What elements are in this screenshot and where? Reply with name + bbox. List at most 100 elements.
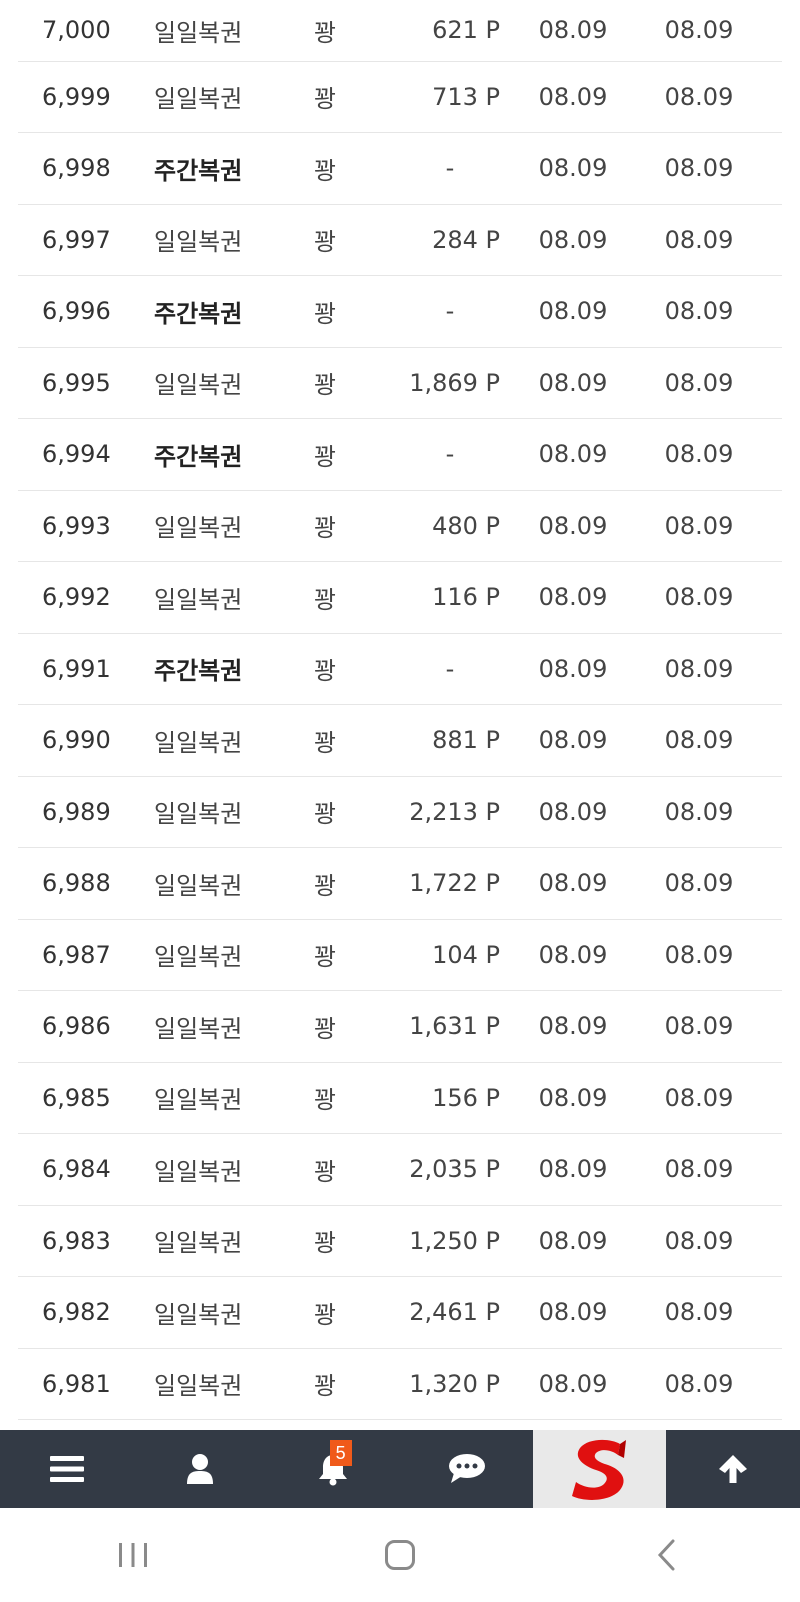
list-item: 6,986 일일복권 꽝 1,631 P 08.09 08.09 bbox=[18, 991, 782, 1063]
issue-date: 08.09 bbox=[538, 16, 608, 45]
list-item: 6,988 일일복권 꽝 1,722 P 08.09 08.09 bbox=[18, 848, 782, 920]
entry-number: 6,987 bbox=[42, 940, 111, 969]
entry-number: 6,993 bbox=[42, 511, 111, 540]
result-status: 꽝 bbox=[313, 728, 337, 757]
draw-date: 08.09 bbox=[664, 225, 734, 254]
point-amount: - bbox=[445, 297, 455, 326]
list-item: 6,998 주간복권 꽝 - 08.09 08.09 bbox=[18, 133, 782, 205]
result-status: 꽝 bbox=[313, 585, 337, 614]
point-amount: 881 P bbox=[432, 726, 500, 755]
list-item: 6,989 일일복권 꽝 2,213 P 08.09 08.09 bbox=[18, 777, 782, 848]
arrow-up-icon bbox=[719, 1455, 748, 1483]
draw-date: 08.09 bbox=[664, 1155, 734, 1184]
point-amount: 1,869 P bbox=[409, 368, 500, 397]
list-item: 6,981 일일복권 꽝 1,320 P 08.09 08.09 bbox=[18, 1349, 782, 1420]
list-item: 6,993 일일복권 꽝 480 P 08.09 08.09 bbox=[18, 491, 782, 562]
lottery-type: 일일복권 bbox=[154, 1157, 243, 1186]
draw-date: 08.09 bbox=[664, 440, 734, 469]
point-amount: 480 P bbox=[432, 511, 500, 540]
list-item: 6,984 일일복권 꽝 2,035 P 08.09 08.09 bbox=[18, 1134, 782, 1206]
point-amount: - bbox=[445, 440, 455, 469]
entry-number: 6,999 bbox=[42, 82, 111, 111]
entry-number: 6,983 bbox=[42, 1226, 111, 1255]
draw-date: 08.09 bbox=[664, 1012, 734, 1041]
lottery-type: 일일복권 bbox=[154, 871, 243, 900]
user-button[interactable] bbox=[133, 1430, 266, 1508]
result-status: 꽝 bbox=[313, 1300, 337, 1329]
result-status: 꽝 bbox=[313, 1014, 337, 1043]
point-amount: 116 P bbox=[432, 583, 500, 612]
scroll-top-button[interactable] bbox=[666, 1430, 799, 1508]
lottery-type: 일일복권 bbox=[154, 585, 243, 614]
entry-number: 6,989 bbox=[42, 797, 111, 826]
issue-date: 08.09 bbox=[538, 726, 608, 755]
lottery-type: 일일복권 bbox=[154, 943, 243, 972]
issue-date: 08.09 bbox=[538, 654, 608, 683]
list-item: 6,995 일일복권 꽝 1,869 P 08.09 08.09 bbox=[18, 348, 782, 419]
recent-apps-button[interactable] bbox=[73, 1525, 193, 1585]
entry-number: 6,990 bbox=[42, 726, 111, 755]
result-status: 꽝 bbox=[313, 299, 337, 328]
point-amount: 621 P bbox=[432, 16, 500, 45]
entry-number: 6,995 bbox=[42, 368, 111, 397]
home-button[interactable] bbox=[340, 1525, 460, 1585]
home-icon bbox=[384, 1540, 415, 1570]
point-amount: - bbox=[445, 654, 455, 683]
entry-number: 6,986 bbox=[42, 1012, 111, 1041]
draw-date: 08.09 bbox=[664, 869, 734, 898]
entry-number: 6,981 bbox=[42, 1369, 111, 1398]
issue-date: 08.09 bbox=[538, 1298, 608, 1327]
entry-number: 6,992 bbox=[42, 583, 111, 612]
point-amount: 1,320 P bbox=[409, 1369, 500, 1398]
lottery-type: 일일복권 bbox=[154, 85, 243, 114]
site-logo-button[interactable] bbox=[533, 1430, 667, 1508]
lottery-type: 일일복권 bbox=[154, 1300, 243, 1329]
entry-number: 6,984 bbox=[42, 1155, 111, 1184]
chat-button[interactable] bbox=[400, 1430, 533, 1508]
menu-button[interactable] bbox=[0, 1430, 133, 1508]
point-amount: 156 P bbox=[432, 1083, 500, 1112]
issue-date: 08.09 bbox=[538, 225, 608, 254]
lottery-type: 일일복권 bbox=[154, 1014, 243, 1043]
list-item: 6,982 일일복권 꽝 2,461 P 08.09 08.09 bbox=[18, 1277, 782, 1349]
point-amount: 713 P bbox=[432, 82, 500, 111]
result-status: 꽝 bbox=[313, 800, 337, 829]
issue-date: 08.09 bbox=[538, 1369, 608, 1398]
lottery-type: 주간복권 bbox=[154, 442, 243, 471]
issue-date: 08.09 bbox=[538, 297, 608, 326]
point-amount: 104 P bbox=[432, 940, 500, 969]
issue-date: 08.09 bbox=[538, 1226, 608, 1255]
issue-date: 08.09 bbox=[538, 1083, 608, 1112]
result-status: 꽝 bbox=[313, 1372, 337, 1401]
point-amount: 1,631 P bbox=[409, 1012, 500, 1041]
list-item: 6,994 주간복권 꽝 - 08.09 08.09 bbox=[18, 419, 782, 491]
issue-date: 08.09 bbox=[538, 368, 608, 397]
user-icon bbox=[186, 1454, 213, 1484]
result-status: 꽝 bbox=[313, 514, 337, 543]
point-amount: 2,461 P bbox=[409, 1298, 500, 1327]
draw-date: 08.09 bbox=[664, 797, 734, 826]
site-logo bbox=[571, 1439, 626, 1500]
draw-date: 08.09 bbox=[664, 511, 734, 540]
result-status: 꽝 bbox=[313, 657, 337, 686]
list-item: 6,991 주간복권 꽝 - 08.09 08.09 bbox=[18, 634, 782, 705]
chat-icon bbox=[448, 1454, 485, 1483]
list-item: 6,996 주간복권 꽝 - 08.09 08.09 bbox=[18, 276, 782, 348]
back-button[interactable] bbox=[607, 1525, 727, 1585]
lottery-type: 주간복권 bbox=[154, 299, 243, 328]
result-status: 꽝 bbox=[313, 371, 337, 400]
draw-date: 08.09 bbox=[664, 1369, 734, 1398]
draw-date: 08.09 bbox=[664, 297, 734, 326]
draw-date: 08.09 bbox=[664, 16, 734, 45]
lottery-type: 일일복권 bbox=[154, 800, 243, 829]
list-item: 6,985 일일복권 꽝 156 P 08.09 08.09 bbox=[18, 1063, 782, 1134]
issue-date: 08.09 bbox=[538, 82, 608, 111]
notification-button[interactable]: 5 bbox=[267, 1430, 400, 1508]
list-item: 6,983 일일복권 꽝 1,250 P 08.09 08.09 bbox=[18, 1206, 782, 1277]
issue-date: 08.09 bbox=[538, 1155, 608, 1184]
result-status: 꽝 bbox=[313, 442, 337, 471]
draw-date: 08.09 bbox=[664, 583, 734, 612]
lottery-type: 일일복권 bbox=[154, 1372, 243, 1401]
point-amount: 2,213 P bbox=[409, 797, 500, 826]
issue-date: 08.09 bbox=[538, 511, 608, 540]
